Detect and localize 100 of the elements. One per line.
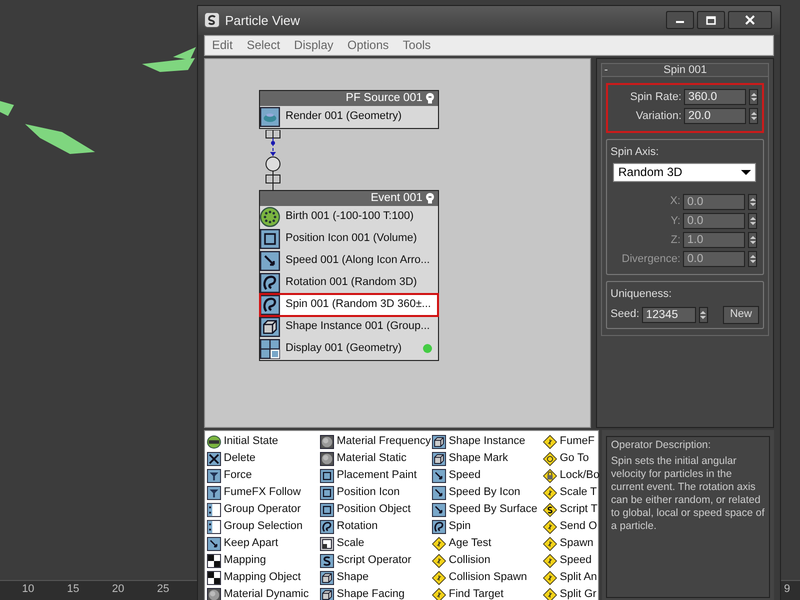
lock-icon <box>543 468 557 482</box>
lightbulb-icon[interactable] <box>425 192 436 204</box>
menu-item[interactable]: Tools <box>396 36 438 55</box>
cross-icon <box>207 452 221 466</box>
diamond-icon <box>543 434 557 448</box>
event-node[interactable]: Event 001 Birth 001 (-100-100 T:100) Position Icon 001 (Volume) Speed 001 (Along Icon Arro... Rotation 001 (Random 3D) Spin 001 (Random 3D 360±... Shape Instance 001 (Group... Display 001 (Geometry) <box>259 190 439 361</box>
node-title: PF Source 001 <box>346 90 422 106</box>
field-label: X: <box>669 194 680 210</box>
depot-item[interactable]: Collision Spawn <box>432 569 543 586</box>
depot-item[interactable]: Collision <box>432 552 543 569</box>
depot-item[interactable]: Split An <box>543 569 599 586</box>
field-label: Divergence: <box>620 252 680 268</box>
depot-item[interactable]: Speed By Surface <box>432 501 543 518</box>
checker-icon <box>207 554 221 568</box>
depot-item[interactable]: Age Test <box>432 535 543 552</box>
squares-icon <box>260 338 280 359</box>
spinner[interactable] <box>749 88 758 105</box>
close-button[interactable] <box>728 11 772 30</box>
operator-item[interactable]: Shape Instance 001 (Group... <box>260 316 438 338</box>
event-node[interactable]: PF Source 001 Render 001 (Geometry) <box>259 90 439 129</box>
depot-item[interactable]: Initial State <box>207 433 320 450</box>
menu-item[interactable]: Edit <box>205 36 240 55</box>
diamond-icon <box>432 536 446 550</box>
collapse-toggle[interactable]: - <box>602 64 608 76</box>
node-title: Event 001 <box>370 190 422 206</box>
minimize-button[interactable] <box>666 11 694 30</box>
depot-item[interactable]: Send O <box>543 518 599 535</box>
frame-icon <box>260 228 280 249</box>
operator-item[interactable]: Birth 001 (-100-100 T:100) <box>260 206 438 228</box>
field-label: Z: <box>670 232 680 248</box>
operator-item[interactable]: Display 001 (Geometry) <box>260 338 438 360</box>
depot-item[interactable]: Rotation <box>320 518 432 535</box>
menu-item[interactable]: Options <box>340 36 396 55</box>
depot-item[interactable]: Material Frequency <box>320 433 432 450</box>
number-field[interactable]: 12345 <box>642 306 696 323</box>
depot-item[interactable]: Force <box>207 467 320 484</box>
lightbulb-icon[interactable] <box>425 92 436 104</box>
depot-item[interactable]: Group Selection <box>207 518 320 535</box>
depot-item[interactable]: Script Operator <box>320 552 432 569</box>
depot-item[interactable]: Material Dynamic <box>207 586 320 600</box>
depot-item[interactable]: Script T <box>543 501 599 518</box>
depot-item[interactable]: Shape Mark <box>432 450 543 467</box>
dotted-circle-icon <box>260 206 280 227</box>
operator-item[interactable]: Speed 001 (Along Icon Arro... <box>260 250 438 272</box>
frame-icon <box>320 502 334 516</box>
depot-item[interactable]: Position Icon <box>320 484 432 501</box>
cube-icon <box>320 588 334 600</box>
depot-item[interactable]: Find Target <box>432 586 543 600</box>
diamond-icon <box>432 588 446 600</box>
depot-item[interactable]: Shape Facing <box>320 586 432 600</box>
depot-item[interactable]: Keep Apart <box>207 535 320 552</box>
new-seed-button[interactable]: New <box>722 306 759 324</box>
group-title: Spin Axis: <box>610 145 660 160</box>
depot-item[interactable]: Go To <box>543 450 599 467</box>
spinner[interactable] <box>698 306 708 323</box>
operator-item[interactable]: Render 001 (Geometry) <box>260 106 438 128</box>
spin-axis-dropdown[interactable]: Random 3D <box>613 163 756 182</box>
spinner[interactable] <box>749 108 758 124</box>
depot-item[interactable]: Mapping <box>207 552 320 569</box>
field-label: Y: <box>670 214 680 229</box>
maximize-button[interactable] <box>697 11 725 30</box>
depot-item[interactable]: Material Static <box>320 450 432 467</box>
operator-item[interactable]: Spin 001 (Random 3D 360±... <box>260 294 438 316</box>
menu-item[interactable]: Select <box>240 36 288 55</box>
operator-item[interactable]: Position Icon 001 (Volume) <box>260 228 438 250</box>
depot-item[interactable]: Mapping Object <box>207 569 320 586</box>
depot-item[interactable]: FumeF <box>543 433 599 450</box>
checker-icon <box>207 570 221 584</box>
depot-item[interactable]: Speed <box>543 552 599 569</box>
operator-item[interactable]: Rotation 001 (Random 3D) <box>260 272 438 294</box>
number-field[interactable]: 20.0 <box>684 108 746 124</box>
number-field[interactable]: 360.0 <box>684 88 746 105</box>
depot-item[interactable]: Scale <box>320 535 432 552</box>
swirl-icon <box>260 272 280 293</box>
depot-item[interactable]: Split Gr <box>543 586 599 600</box>
oval-icon <box>207 434 221 448</box>
depot-item[interactable]: Group Operator <box>207 501 320 518</box>
diamond-icon <box>543 486 557 500</box>
ruler-label: 9 <box>784 582 790 596</box>
depot-item[interactable]: Shape Instance <box>432 433 543 450</box>
depot-item[interactable]: Speed <box>432 467 543 484</box>
menu-item[interactable]: Display <box>287 36 340 55</box>
depot-item[interactable]: Scale T <box>543 484 599 501</box>
rollout-title: Spin 001 <box>662 64 708 76</box>
field-label: Variation: <box>634 108 682 124</box>
depot-item[interactable]: Shape <box>320 569 432 586</box>
depot-item[interactable]: Speed By Icon <box>432 484 543 501</box>
depot-item[interactable]: Delete <box>207 450 320 467</box>
depot-item[interactable]: Lock/Bo <box>543 467 599 484</box>
depot-item[interactable]: FumeFX Follow <box>207 484 320 501</box>
depot-item[interactable]: Position Object <box>320 501 432 518</box>
depot-item[interactable]: Spin <box>432 518 543 535</box>
group-title: Uniqueness: <box>610 287 673 302</box>
description-title: Operator Description: <box>611 439 712 452</box>
letter-s-icon <box>320 554 334 568</box>
depot-item[interactable]: Spawn <box>543 535 599 552</box>
diamond-icon <box>543 536 557 550</box>
diamond-icon <box>432 554 446 568</box>
panel-icon <box>207 520 221 534</box>
depot-item[interactable]: Placement Paint <box>320 467 432 484</box>
